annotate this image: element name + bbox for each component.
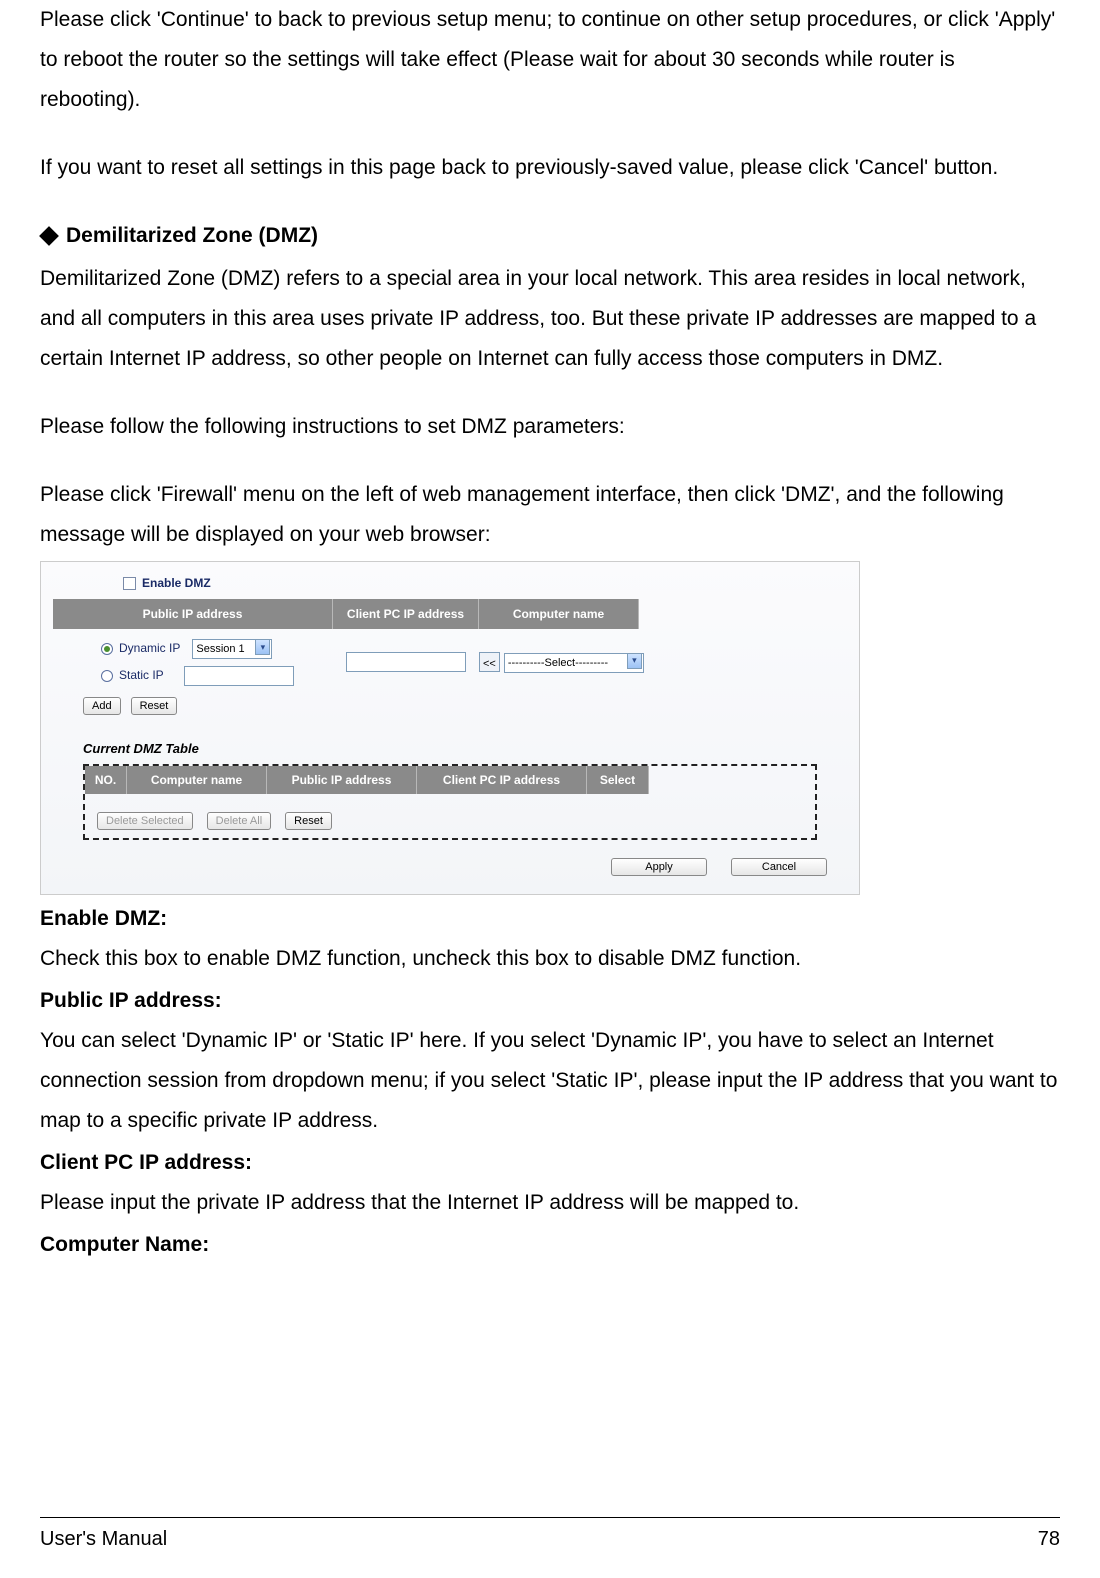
diamond-icon [39, 226, 59, 246]
section-title-dmz: Demilitarized Zone (DMZ) [40, 216, 1060, 256]
th-no: NO. [85, 766, 127, 795]
field-desc-enable-dmz: Check this box to enable DMZ function, u… [40, 939, 1060, 979]
router-dmz-screenshot: Enable DMZ Public IP address Client PC I… [40, 561, 860, 896]
header-client-ip: Client PC IP address [333, 599, 479, 630]
paragraph-dmz-instructions: Please follow the following instructions… [40, 407, 1060, 447]
add-button[interactable]: Add [83, 697, 121, 715]
footer-page-number: 78 [1038, 1520, 1060, 1558]
radio-dynamic-ip-label: Dynamic IP [119, 637, 180, 660]
paragraph-dmz-navigate: Please click 'Firewall' menu on the left… [40, 475, 1060, 555]
apply-button[interactable]: Apply [611, 858, 707, 876]
th-public-ip: Public IP address [267, 766, 417, 795]
field-desc-public-ip: You can select 'Dynamic IP' or 'Static I… [40, 1021, 1060, 1141]
enable-dmz-row: Enable DMZ [53, 570, 847, 599]
header-computer-name: Computer name [479, 599, 639, 630]
current-dmz-table-title: Current DMZ Table [53, 723, 847, 764]
footer-left: User's Manual [40, 1520, 167, 1558]
radio-dynamic-ip[interactable] [101, 643, 113, 655]
dmz-table-header: NO. Computer name Public IP address Clie… [85, 766, 815, 795]
radio-static-ip-label: Static IP [119, 664, 164, 687]
client-pc-ip-input[interactable] [346, 652, 466, 672]
th-computer-name: Computer name [127, 766, 267, 795]
cancel-button[interactable]: Cancel [731, 858, 827, 876]
table-reset-button[interactable]: Reset [285, 812, 332, 830]
field-desc-client-ip: Please input the private IP address that… [40, 1183, 1060, 1223]
static-ip-input[interactable] [184, 666, 294, 686]
field-label-computer-name: Computer Name: [40, 1225, 1060, 1265]
field-label-enable-dmz: Enable DMZ: [40, 899, 1060, 939]
chevron-down-icon[interactable]: ▾ [255, 639, 270, 655]
paragraph-dmz-desc: Demilitarized Zone (DMZ) refers to a spe… [40, 259, 1060, 379]
delete-all-button[interactable]: Delete All [207, 812, 271, 830]
copy-left-button[interactable]: << [479, 652, 500, 672]
th-client-ip: Client PC IP address [417, 766, 587, 795]
reset-button[interactable]: Reset [131, 697, 178, 715]
enable-dmz-checkbox[interactable] [123, 577, 136, 590]
page-footer: User's Manual 78 [40, 1517, 1060, 1558]
chevron-down-icon[interactable]: ▾ [627, 653, 642, 669]
radio-static-ip[interactable] [101, 670, 113, 682]
dmz-table-box: NO. Computer name Public IP address Clie… [83, 764, 817, 841]
dmz-form-row: Dynamic IP ▾ Static IP [53, 635, 847, 689]
paragraph-cancel-reset: If you want to reset all settings in thi… [40, 148, 1060, 188]
dmz-form-header-row: Public IP address Client PC IP address C… [53, 599, 847, 630]
field-label-client-ip: Client PC IP address: [40, 1143, 1060, 1183]
page-content: Please click 'Continue' to back to previ… [40, 0, 1060, 1264]
computer-name-select[interactable] [504, 653, 644, 673]
field-label-public-ip: Public IP address: [40, 981, 1060, 1021]
enable-dmz-label: Enable DMZ [142, 572, 211, 595]
paragraph-continue-apply: Please click 'Continue' to back to previ… [40, 0, 1060, 120]
section-title-text: Demilitarized Zone (DMZ) [66, 216, 318, 256]
header-public-ip: Public IP address [53, 599, 333, 630]
th-select: Select [587, 766, 649, 795]
delete-selected-button[interactable]: Delete Selected [97, 812, 193, 830]
